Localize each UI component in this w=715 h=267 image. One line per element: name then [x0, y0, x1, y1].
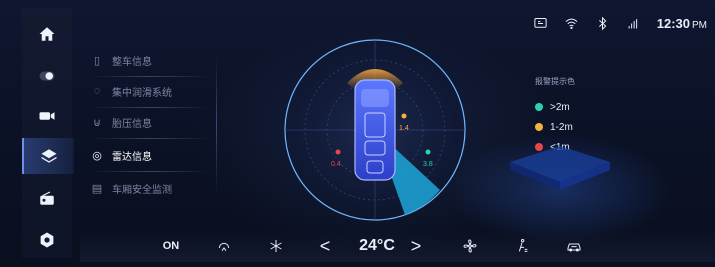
menu-item-label: 集中润滑系统: [112, 87, 172, 99]
legend-label: 1-2m: [550, 121, 573, 133]
left-rail: [22, 8, 74, 258]
fan-icon: [463, 239, 477, 253]
temperature-display: 24°C: [359, 237, 395, 254]
menu-item-lubrication[interactable]: ◌ 集中润滑系统: [90, 76, 210, 106]
droplet-icon: ◌: [93, 85, 101, 97]
settings-icon: [40, 232, 54, 248]
menu-item-label: 胎压信息: [112, 118, 152, 130]
menu-item-label: 车厢安全监测: [112, 184, 172, 196]
bluetooth-icon: [598, 16, 607, 30]
menu-item-radar[interactable]: ◎ 雷达信息: [90, 140, 210, 170]
legend-item: >2m: [535, 97, 625, 117]
sensor-dot-orange: [401, 113, 407, 119]
rail-settings[interactable]: [22, 222, 72, 258]
seat-airflow-button[interactable]: [510, 230, 534, 262]
wifi-icon: [565, 18, 578, 29]
layers-icon: [41, 149, 57, 163]
home-icon: [39, 27, 55, 41]
screen: ▯ 整车信息 ◌ 集中润滑系统 ⊍ 胎压信息 ◎ 雷达信息 ▤ 车厢安全监测 1…: [0, 0, 715, 267]
radio-icon: [40, 191, 54, 205]
status-bar: 12:30 PM: [533, 12, 707, 34]
rail-radio[interactable]: [22, 180, 72, 216]
sensor-value-green: 3.8: [423, 161, 433, 168]
legend-label: >2m: [550, 101, 570, 113]
temp-decrease-button[interactable]: <: [317, 230, 333, 262]
toggle-icon: [39, 71, 55, 81]
sensor-value-red: 0.4: [331, 161, 341, 168]
sensor-dot-red: [335, 149, 341, 155]
fan-button[interactable]: [458, 230, 482, 262]
legend-item: 1-2m: [535, 117, 625, 137]
cabin-icon: ▤: [91, 182, 103, 195]
seat-airflow-icon: [518, 238, 528, 252]
temp-increase-button[interactable]: >: [408, 230, 424, 262]
signal-icon: [628, 18, 637, 28]
document-icon: ▯: [93, 54, 101, 67]
tire-icon: ⊍: [92, 116, 102, 129]
clock: 12:30 PM: [656, 15, 707, 31]
radar-icon: ◎: [92, 149, 102, 162]
menu-separator: [90, 171, 210, 172]
radar-view: 0.4 1.4 3.8: [270, 35, 480, 225]
rail-home[interactable]: [22, 16, 72, 52]
climate-bar: ON < 24°C >: [80, 230, 715, 262]
car-airflow-button[interactable]: [562, 230, 586, 262]
menu-item-cabin-safety[interactable]: ▤ 车厢安全监测: [90, 173, 210, 203]
rail-layers[interactable]: [22, 138, 74, 174]
menu-item-vehicle-info[interactable]: ▯ 整车信息: [90, 45, 210, 75]
menu-item-label: 雷达信息: [112, 151, 152, 163]
legend-dot-orange: [535, 123, 543, 131]
menu-item-label: 整车信息: [112, 56, 152, 68]
snowflake-icon: [270, 240, 282, 252]
legend-platform: [510, 146, 610, 190]
snowflake-button[interactable]: [264, 230, 288, 262]
legend-title: 报警提示色: [535, 77, 575, 86]
rail-camera[interactable]: [22, 98, 72, 134]
sensor-dot-green: [425, 149, 431, 155]
rail-toggle[interactable]: [22, 58, 72, 94]
recirculation-button[interactable]: [212, 230, 236, 262]
camera-icon: [39, 112, 55, 120]
car-airflow-icon: [567, 243, 581, 252]
ac-power-button[interactable]: ON: [160, 230, 182, 262]
sensor-value-orange: 1.4: [399, 125, 409, 132]
radar-graphic: 0.4 1.4 3.8: [284, 39, 466, 221]
vehicle-icon: [354, 79, 396, 181]
menu-divider: [216, 55, 217, 195]
menu-item-tire-pressure[interactable]: ⊍ 胎压信息: [90, 107, 210, 137]
screen-icon: [534, 17, 547, 28]
legend-dot-green: [535, 103, 543, 111]
recirculation-icon: [218, 242, 230, 251]
menu-separator: [90, 138, 210, 139]
